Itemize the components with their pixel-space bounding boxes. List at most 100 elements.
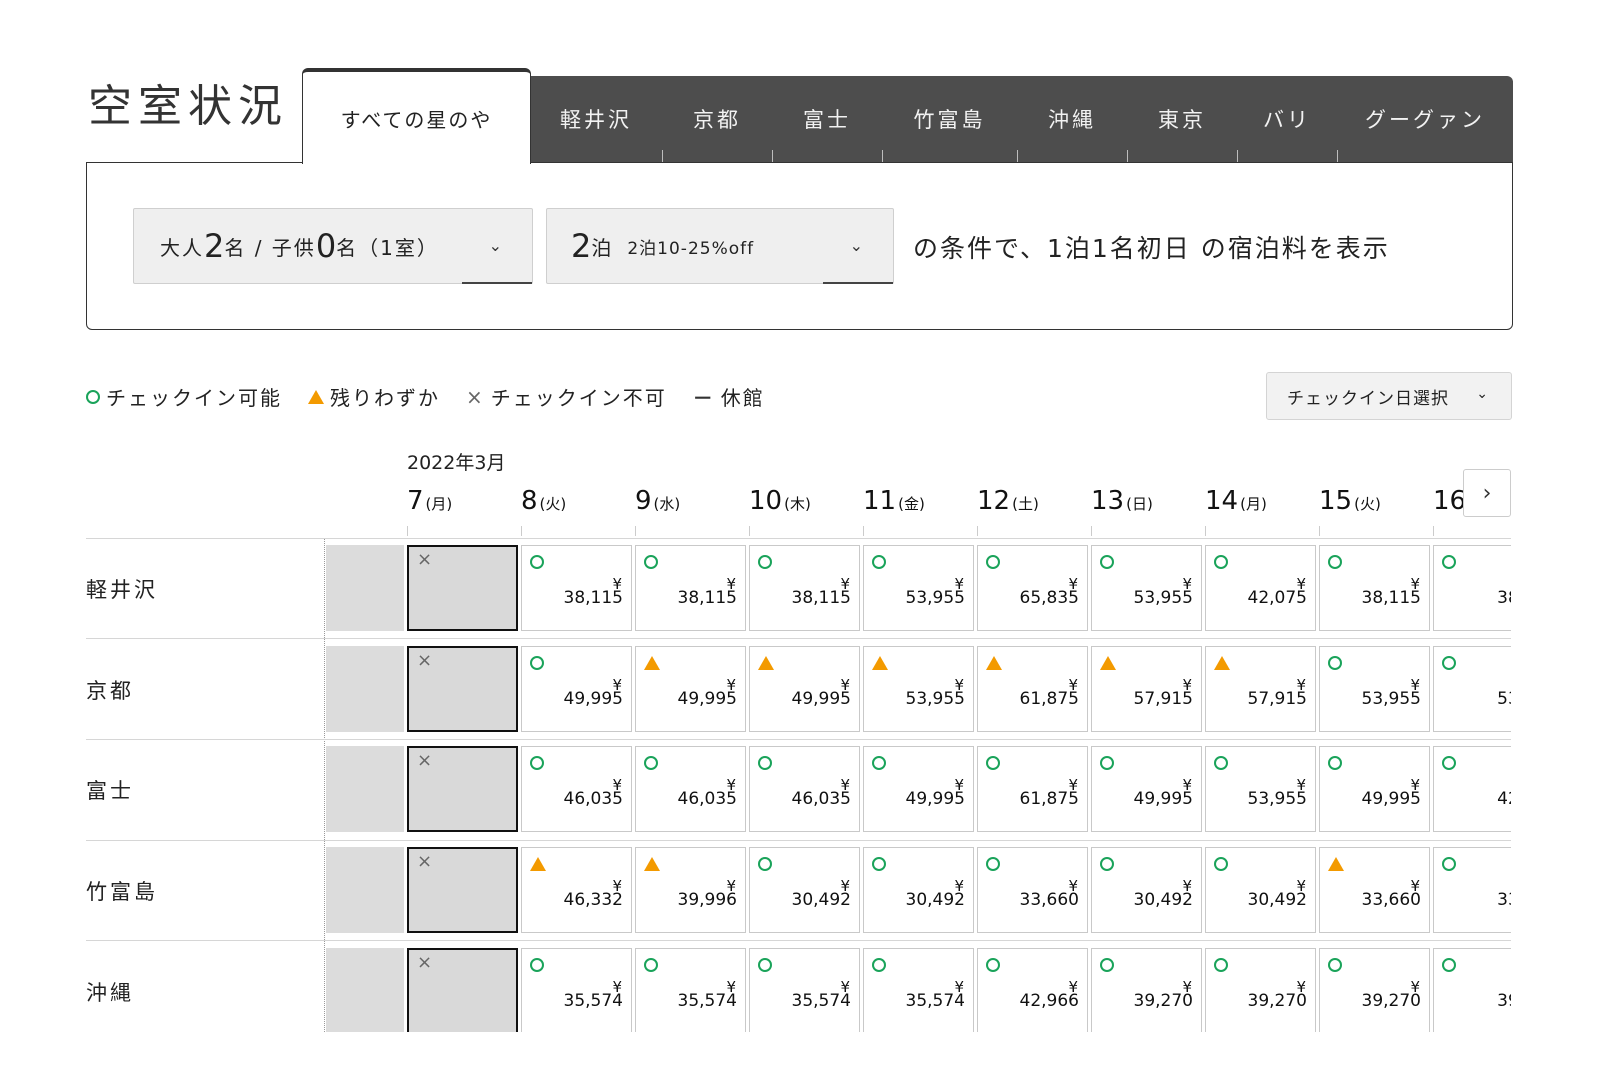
circle-icon xyxy=(1442,555,1456,569)
circle-icon xyxy=(1100,756,1114,770)
availability-cell[interactable]: ¥39,270 xyxy=(1205,948,1316,1032)
availability-cell[interactable]: ¥57,915 xyxy=(1091,646,1202,732)
availability-cell[interactable]: ¥46,332 xyxy=(521,847,632,933)
availability-cell[interactable]: ¥33,660 xyxy=(1319,847,1430,933)
availability-cell[interactable]: ¥53,9 xyxy=(1433,646,1511,732)
date-weekday: (水) xyxy=(653,495,681,513)
availability-cell[interactable]: ¥46,035 xyxy=(635,746,746,832)
availability-cell[interactable]: ¥35,574 xyxy=(521,948,632,1032)
circle-icon xyxy=(872,958,886,972)
date-tick xyxy=(977,526,978,536)
availability-cell[interactable]: ¥57,915 xyxy=(1205,646,1316,732)
availability-cell[interactable]: ¥39,2 xyxy=(1433,948,1511,1032)
availability-cell[interactable]: ¥53,955 xyxy=(1319,646,1430,732)
price: 33,6 xyxy=(1497,890,1511,910)
availability-cell[interactable]: ¥53,955 xyxy=(1205,746,1316,832)
availability-cell[interactable]: ¥35,574 xyxy=(749,948,860,1032)
availability-cell[interactable]: ¥39,270 xyxy=(1319,948,1430,1032)
past-date-cell xyxy=(326,948,404,1032)
date-tick xyxy=(749,526,750,536)
price: 39,270 xyxy=(1133,991,1193,1011)
unavailable-cell[interactable]: × xyxy=(407,545,518,631)
availability-cell[interactable]: ¥49,995 xyxy=(863,746,974,832)
triangle-icon xyxy=(758,656,774,670)
row-divider xyxy=(86,638,1511,639)
availability-cell[interactable]: ¥46,035 xyxy=(749,746,860,832)
availability-cell[interactable]: ¥30,492 xyxy=(1091,847,1202,933)
date-header: 8 (火) xyxy=(521,486,566,516)
availability-cell[interactable]: ¥38,115 xyxy=(521,545,632,631)
unavailable-cell[interactable]: × xyxy=(407,948,518,1032)
select-underline xyxy=(823,282,893,284)
availability-cell[interactable]: ¥42,966 xyxy=(977,948,1088,1032)
availability-cell[interactable]: ¥49,995 xyxy=(635,646,746,732)
date-weekday: (金) xyxy=(898,495,925,513)
availability-cell[interactable]: ¥61,875 xyxy=(977,646,1088,732)
date-tick xyxy=(1091,526,1092,536)
availability-cell[interactable]: ¥53,955 xyxy=(863,545,974,631)
price: 46,035 xyxy=(791,789,851,809)
circle-icon xyxy=(530,756,544,770)
availability-cell[interactable]: ¥65,835 xyxy=(977,545,1088,631)
availability-cell[interactable]: ¥49,995 xyxy=(521,646,632,732)
nights-unit: 泊 xyxy=(591,235,614,260)
price: 39,270 xyxy=(1247,991,1307,1011)
price: 53,9 xyxy=(1497,689,1511,709)
date-day: 15 xyxy=(1319,486,1353,516)
child-unit: 名（1室） xyxy=(336,235,439,260)
tab-all-hoshinoya[interactable]: すべての星のや xyxy=(302,68,531,164)
availability-cell[interactable]: ¥49,995 xyxy=(1091,746,1202,832)
cross-icon: × xyxy=(417,650,433,671)
next-dates-button[interactable]: › xyxy=(1463,469,1511,517)
availability-cell[interactable]: ¥39,996 xyxy=(635,847,746,933)
price: 49,995 xyxy=(677,689,737,709)
price: 42,966 xyxy=(1019,991,1079,1011)
availability-cell[interactable]: ¥33,660 xyxy=(977,847,1088,933)
availability-cell[interactable]: ¥61,875 xyxy=(977,746,1088,832)
availability-cell[interactable]: ¥38,1 xyxy=(1433,545,1511,631)
unavailable-cell[interactable]: × xyxy=(407,746,518,832)
circle-icon xyxy=(1442,756,1456,770)
date-header: 12 (土) xyxy=(977,486,1039,516)
availability-cell[interactable]: ¥30,492 xyxy=(749,847,860,933)
price: 46,035 xyxy=(563,789,623,809)
availability-cell[interactable]: ¥38,115 xyxy=(635,545,746,631)
availability-cell[interactable]: ¥42,075 xyxy=(1205,545,1316,631)
availability-cell[interactable]: ¥33,6 xyxy=(1433,847,1511,933)
price: 39,270 xyxy=(1361,991,1421,1011)
row-divider xyxy=(86,840,1511,841)
availability-cell[interactable]: ¥35,574 xyxy=(635,948,746,1032)
availability-cell[interactable]: ¥30,492 xyxy=(863,847,974,933)
triangle-icon xyxy=(872,656,888,670)
date-header: 11 (金) xyxy=(863,486,925,516)
adult-unit: 名 / 子供 xyxy=(224,235,316,260)
unavailable-cell[interactable]: × xyxy=(407,847,518,933)
availability-cell[interactable]: ¥46,035 xyxy=(521,746,632,832)
child-count: 0 xyxy=(315,227,337,265)
unavailable-cell[interactable]: × xyxy=(407,646,518,732)
availability-cell[interactable]: ¥49,995 xyxy=(749,646,860,732)
availability-cell[interactable]: ¥38,115 xyxy=(1319,545,1430,631)
availability-cell[interactable]: ¥53,955 xyxy=(863,646,974,732)
price: 42,075 xyxy=(1247,588,1307,608)
guests-select[interactable]: 大人 2 名 / 子供 0 名（1室） ⌄ xyxy=(133,208,533,284)
price: 38,115 xyxy=(563,588,623,608)
availability-cell[interactable]: ¥38,115 xyxy=(749,545,860,631)
property-name: 軽井沢 xyxy=(86,578,158,602)
date-tick xyxy=(1433,526,1434,536)
availability-cell[interactable]: ¥39,270 xyxy=(1091,948,1202,1032)
triangle-icon xyxy=(986,656,1002,670)
triangle-icon xyxy=(1214,656,1230,670)
price: 30,492 xyxy=(1247,890,1307,910)
price: 53,955 xyxy=(1133,588,1193,608)
availability-cell[interactable]: ¥53,955 xyxy=(1091,545,1202,631)
circle-icon xyxy=(1328,958,1342,972)
date-tick xyxy=(635,526,636,536)
date-header: 7 (月) xyxy=(407,486,452,516)
price: 38,1 xyxy=(1497,588,1511,608)
availability-cell[interactable]: ¥35,574 xyxy=(863,948,974,1032)
availability-cell[interactable]: ¥30,492 xyxy=(1205,847,1316,933)
availability-cell[interactable]: ¥49,995 xyxy=(1319,746,1430,832)
availability-cell[interactable]: ¥42,0 xyxy=(1433,746,1511,832)
nights-select[interactable]: 2 泊 2泊10-25%off ⌄ xyxy=(546,208,894,284)
